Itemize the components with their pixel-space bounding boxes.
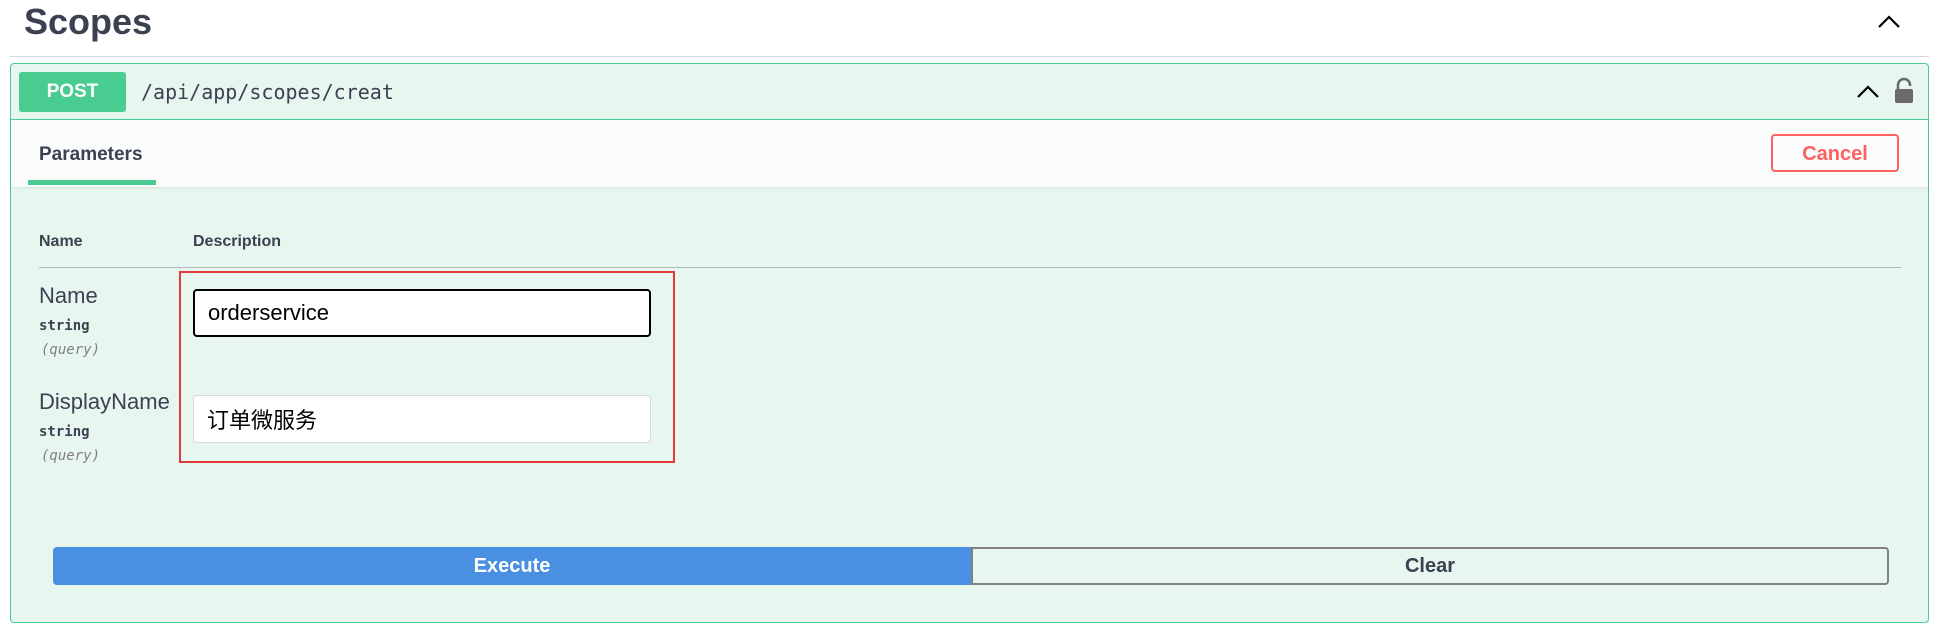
param-location: (query): [41, 342, 101, 358]
chevron-up-icon[interactable]: [1854, 79, 1882, 105]
clear-button[interactable]: Clear: [971, 547, 1889, 585]
lock-icon[interactable]: [1893, 77, 1915, 105]
section-header[interactable]: Scopes: [10, 0, 1929, 57]
param-location: (query): [41, 448, 101, 464]
tab-parameters-label: Parameters: [39, 144, 143, 165]
operation-path: /api/app/scopes/creat: [141, 80, 394, 104]
column-header-description: Description: [193, 233, 282, 250]
cancel-button[interactable]: Cancel: [1771, 134, 1899, 172]
param-name: DisplayName: [39, 389, 170, 414]
param-type: string: [39, 318, 90, 334]
highlight-box: [179, 271, 675, 463]
execute-button[interactable]: Execute: [53, 547, 971, 585]
column-header-name: Name: [39, 233, 83, 250]
operation-block: POST /api/app/scopes/creat Parameters Ca…: [10, 63, 1929, 623]
divider: [39, 267, 1901, 268]
method-badge: POST: [19, 72, 126, 112]
param-name: Name: [39, 283, 98, 308]
tab-parameters[interactable]: Parameters: [28, 120, 156, 187]
chevron-up-icon[interactable]: [1876, 9, 1902, 35]
tab-active-indicator: [28, 180, 156, 185]
param-type: string: [39, 424, 90, 440]
section-title: Scopes: [24, 1, 153, 42]
operation-summary[interactable]: POST /api/app/scopes/creat: [11, 64, 1928, 120]
tab-bar: Parameters Cancel: [11, 120, 1928, 187]
